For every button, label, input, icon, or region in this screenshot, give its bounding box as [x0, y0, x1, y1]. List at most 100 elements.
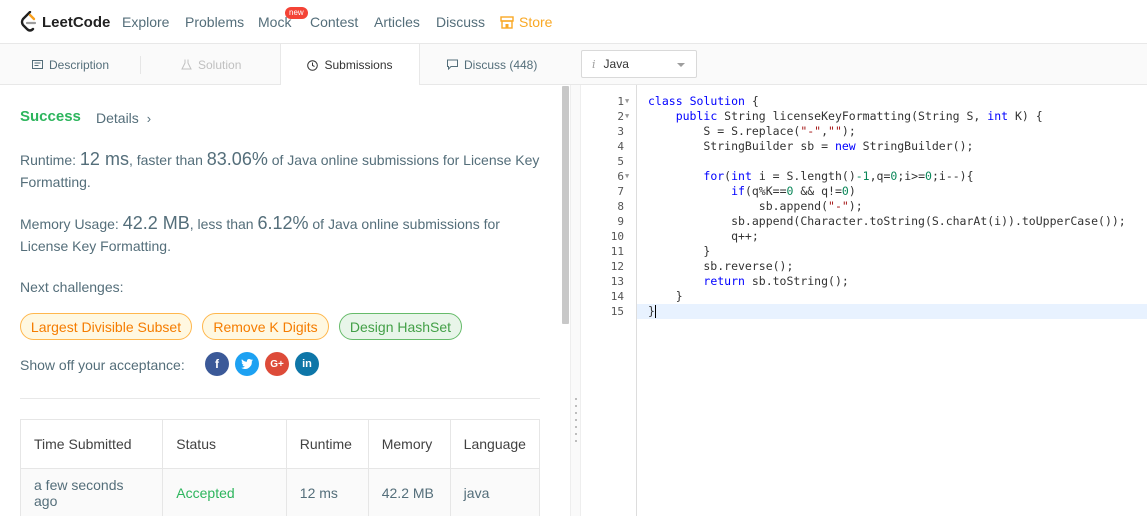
nav-discuss[interactable]: Discuss [436, 14, 485, 30]
line-number: 7 [617, 185, 624, 198]
fold-marker-icon[interactable]: ▼ [625, 94, 629, 109]
tab-submissions-label: Submissions [324, 58, 393, 72]
line-number: 14 [610, 290, 624, 303]
resize-grip-dot [575, 440, 577, 442]
resize-grip-dot [575, 398, 577, 400]
col-time-submitted: Time Submitted [19, 419, 164, 469]
fold-marker-icon[interactable]: ▼ [625, 169, 629, 184]
runtime-label: Runtime: [20, 152, 80, 168]
tab-solution[interactable]: Solution [181, 44, 241, 85]
cell-status-accepted-link[interactable]: Accepted [162, 468, 287, 516]
code-line: if(q%K==0 && q!=0) [731, 184, 856, 198]
table-header-row: Time Submitted Status Runtime Memory Lan… [19, 419, 541, 469]
problem-tabbar: Description Solution Submissions Discuss… [0, 44, 1147, 86]
next-challenges-label: Next challenges: [20, 279, 124, 295]
challenge-largest-divisible-subset[interactable]: Largest Divisible Subset [20, 313, 192, 340]
google-plus-share-button[interactable]: G+ [265, 352, 289, 376]
active-line-highlight [637, 304, 1147, 319]
details-label: Details [96, 110, 139, 126]
store-label: Store [519, 14, 553, 30]
text-cursor [654, 305, 656, 318]
fold-marker-icon[interactable]: ▼ [625, 109, 629, 124]
language-select[interactable]: i Java [581, 50, 697, 78]
facebook-share-button[interactable]: f [205, 352, 229, 376]
cell-time-submitted: a few seconds ago [19, 468, 164, 516]
resize-grip-dot [575, 412, 577, 414]
tab-description[interactable]: Description [32, 44, 109, 85]
flask-icon [181, 59, 192, 70]
col-language: Language [449, 419, 541, 469]
code-line: class Solution { [648, 94, 759, 108]
new-badge: new [285, 7, 308, 19]
code-line: sb.append("-"); [648, 199, 863, 213]
leetcode-logo-icon [20, 11, 37, 32]
google-plus-icon: G+ [270, 358, 284, 370]
cell-runtime: 12 ms [285, 468, 369, 516]
code-line: S = S.replace("-",""); [648, 124, 856, 138]
tab-discuss[interactable]: Discuss (448) [447, 44, 537, 85]
line-number: 4 [617, 140, 624, 153]
code-line: sb.reverse(); [648, 259, 794, 273]
code-line: sb.append(Character.toString(S.charAt(i)… [648, 214, 1126, 228]
col-memory: Memory [367, 419, 451, 469]
memory-stat: Memory Usage: 42.2 MB, less than 6.12% o… [20, 212, 550, 257]
table-row[interactable]: a few seconds ago Accepted 12 ms 42.2 MB… [19, 468, 541, 516]
comment-icon [447, 59, 458, 70]
memory-label: Memory Usage: [20, 216, 123, 232]
linkedin-share-button[interactable]: in [295, 352, 319, 376]
col-status: Status [162, 419, 287, 469]
nav-store[interactable]: Store [500, 14, 552, 30]
runtime-value: 12 ms [79, 149, 129, 169]
code-line: StringBuilder sb = new StringBuilder(); [648, 139, 974, 153]
code-line: } [648, 304, 656, 318]
code-line: return sb.toString(); [703, 274, 849, 288]
cell-memory: 42.2 MB [367, 468, 451, 516]
nav-articles[interactable]: Articles [374, 14, 420, 30]
code-line: q++; [648, 229, 759, 243]
challenge-remove-k-digits[interactable]: Remove K Digits [202, 313, 329, 340]
tab-submissions[interactable]: Submissions [280, 44, 420, 86]
memory-percentile: 6.12% [257, 213, 309, 233]
line-number: 15 [610, 305, 624, 318]
details-link[interactable]: Details › [96, 110, 151, 126]
resize-grip-dot [575, 433, 577, 435]
tab-description-label: Description [49, 57, 110, 72]
memory-mid: , less than [189, 216, 258, 232]
line-number: 11 [610, 245, 624, 258]
line-number: 13 [610, 275, 624, 288]
nav-contest[interactable]: Contest [310, 14, 358, 30]
code-editor[interactable]: 1 2 3 4 5 6 7 8 9 10 11 12 13 14 15 ▼ ▼ … [582, 85, 1147, 516]
scrollbar-thumb[interactable] [562, 86, 569, 324]
info-icon: i [592, 57, 596, 71]
twitter-share-button[interactable] [235, 352, 259, 376]
challenge-design-hashset[interactable]: Design HashSet [339, 313, 462, 340]
facebook-icon: f [215, 357, 219, 371]
line-number: 2 [617, 110, 624, 123]
submissions-table: Time Submitted Status Runtime Memory Lan… [19, 419, 541, 516]
line-number: 5 [617, 155, 624, 168]
tab-separator [140, 56, 141, 74]
nav-explore[interactable]: Explore [122, 14, 169, 30]
panel-resize-handle[interactable] [570, 85, 581, 516]
resize-grip-dot [575, 426, 577, 428]
runtime-percentile: 83.06% [206, 149, 268, 169]
leetcode-logo[interactable]: LeetCode [20, 11, 110, 33]
clock-icon [307, 59, 319, 71]
line-number: 12 [610, 260, 624, 273]
description-icon [32, 60, 43, 69]
language-value: Java [603, 57, 629, 71]
tab-discuss-label: Discuss (448) [464, 57, 538, 72]
line-number: 9 [617, 215, 624, 228]
nav-problems[interactable]: Problems [185, 14, 244, 30]
editor-gutter: 1 2 3 4 5 6 7 8 9 10 11 12 13 14 15 ▼ ▼ … [582, 85, 637, 516]
store-icon [500, 15, 514, 29]
runtime-stat: Runtime: 12 ms, faster than 83.06% of Ja… [20, 148, 550, 193]
col-runtime: Runtime [285, 419, 369, 469]
logo-text: LeetCode [42, 13, 111, 31]
code-line: } [648, 289, 683, 303]
line-number: 8 [617, 200, 624, 213]
memory-value: 42.2 MB [122, 213, 190, 233]
code-line: for(int i = S.length()-1,q=0;i>=0;i--){ [703, 169, 974, 183]
top-navbar: LeetCode Explore Problems Mock new Conte… [0, 0, 1147, 44]
